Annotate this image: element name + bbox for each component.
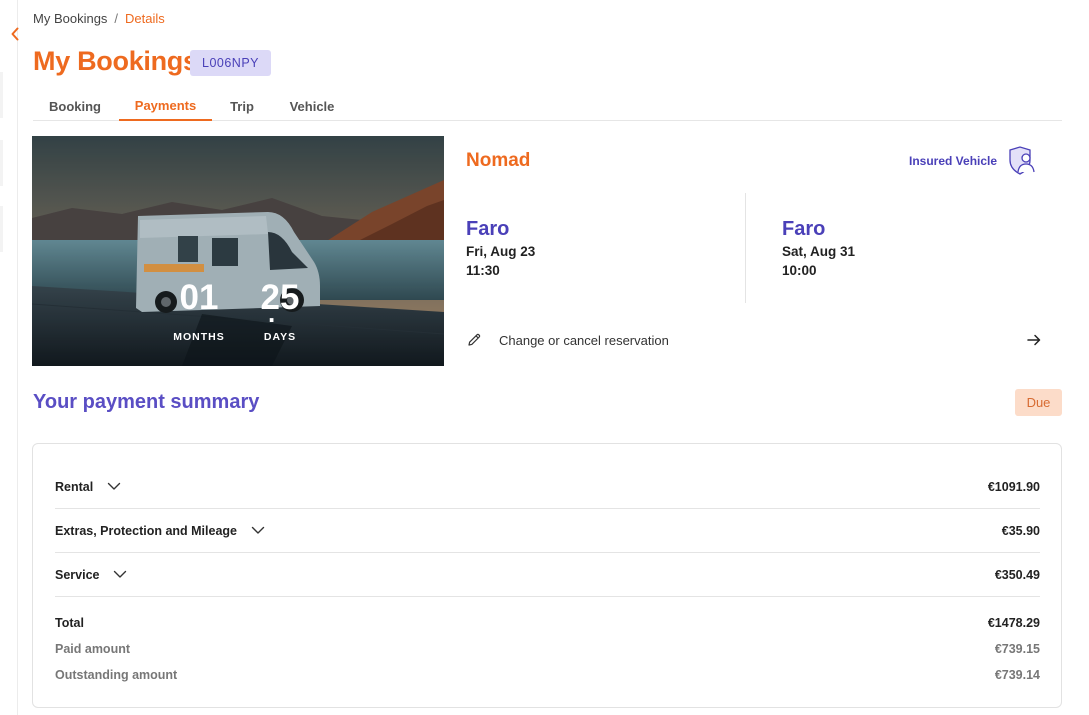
total-label: Total (55, 616, 84, 630)
booking-code-badge: L006NPY (190, 50, 272, 76)
tab-payments[interactable]: Payments (119, 92, 212, 121)
change-cancel-reservation-link[interactable]: Change or cancel reservation (466, 326, 1042, 354)
tab-booking[interactable]: Booking (33, 92, 117, 120)
pickup-date: Fri, Aug 23 (466, 244, 536, 259)
payment-total-row: Total €1478.29 (55, 613, 1040, 633)
breadcrumb-current: Details (125, 11, 165, 26)
rail-tick (0, 72, 3, 118)
chevron-left-icon (11, 27, 19, 41)
pickup-time: 11:30 (466, 263, 500, 278)
breadcrumb: My Bookings / Details (33, 11, 165, 26)
paid-amount-label: Paid amount (55, 642, 131, 656)
pencil-icon (468, 333, 481, 346)
payment-row-amount: €1091.90 (987, 479, 1040, 494)
total-amount: €1478.29 (987, 616, 1040, 630)
countdown-months: 01 (179, 278, 219, 317)
rail-tick (0, 140, 3, 186)
countdown-months-label: MONTHS (173, 331, 225, 343)
countdown-days: 25 (260, 278, 300, 317)
breadcrumb-separator: / (114, 11, 119, 26)
payment-row-amount: €35.90 (1001, 523, 1040, 538)
breadcrumb-root-link[interactable]: My Bookings (33, 11, 107, 26)
payment-status-badge: Due (1015, 389, 1062, 416)
change-cancel-label: Change or cancel reservation (499, 332, 669, 348)
payment-row-label: Extras, Protection and Mileage (55, 523, 237, 538)
outstanding-amount-label: Outstanding amount (55, 668, 178, 682)
chevron-down-icon (113, 570, 127, 579)
payment-summary-card: Rental €1091.90 Extras, Protection and M… (32, 443, 1062, 708)
page-title: My Bookings (33, 46, 198, 76)
back-button[interactable] (7, 24, 23, 44)
dropoff-location: Faro Sat, Aug 31 10:00 (782, 218, 855, 278)
payment-row-amount: €350.49 (994, 567, 1040, 582)
location-divider (745, 193, 746, 303)
arrow-right-icon (1027, 334, 1041, 346)
outstanding-amount-row: Outstanding amount €739.14 (55, 665, 1040, 685)
payment-summary-title: Your payment summary (33, 391, 260, 413)
payment-row-rental[interactable]: Rental €1091.90 (55, 465, 1040, 509)
dropoff-date: Sat, Aug 31 (782, 244, 856, 259)
tab-bar: Booking Payments Trip Vehicle (33, 92, 1062, 121)
vehicle-name: Nomad (466, 150, 531, 171)
vehicle-hero-image: 01 . 25 MONTHS DAYS (32, 136, 444, 366)
tab-vehicle[interactable]: Vehicle (277, 92, 347, 120)
paid-amount-value: €739.15 (994, 642, 1040, 656)
dropoff-city: Faro (782, 218, 826, 240)
payment-row-extras[interactable]: Extras, Protection and Mileage €35.90 (55, 509, 1040, 553)
left-rail (0, 0, 18, 715)
payment-row-label: Service (55, 567, 100, 582)
payment-row-label: Rental (55, 479, 94, 494)
insured-vehicle-link[interactable]: Insured Vehicle (909, 146, 1039, 176)
outstanding-amount-value: €739.14 (994, 668, 1040, 682)
insured-vehicle-label: Insured Vehicle (909, 154, 998, 168)
pickup-city: Faro (466, 218, 510, 240)
paid-amount-row: Paid amount €739.15 (55, 639, 1040, 659)
chevron-down-icon (251, 526, 265, 535)
shield-user-icon (1009, 146, 1035, 175)
payment-row-service[interactable]: Service €350.49 (55, 553, 1040, 597)
pickup-location: Faro Fri, Aug 23 11:30 (466, 218, 535, 278)
rail-tick (0, 206, 3, 252)
rental-countdown: 01 . 25 MONTHS DAYS (32, 278, 444, 348)
dropoff-time: 10:00 (782, 263, 817, 278)
tab-trip[interactable]: Trip (214, 92, 270, 120)
countdown-days-label: DAYS (263, 331, 297, 343)
chevron-down-icon (107, 482, 121, 491)
